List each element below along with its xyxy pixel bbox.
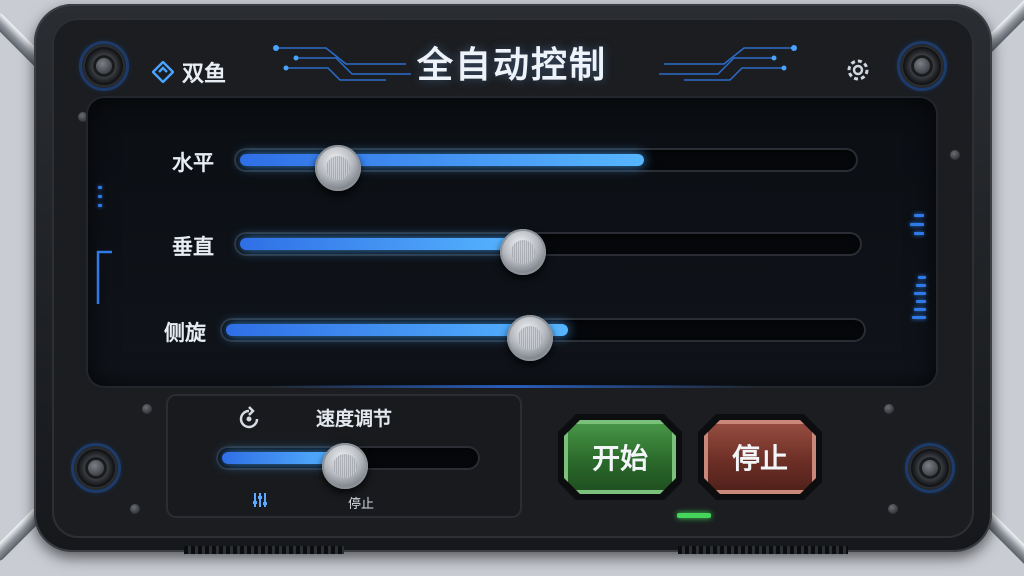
slider-track[interactable] xyxy=(216,443,480,489)
stop-button[interactable]: 停止 xyxy=(704,420,816,494)
slider-knob[interactable] xyxy=(314,145,361,191)
slider-label: 水平 xyxy=(172,151,214,175)
slider-speed xyxy=(0,438,1024,489)
speed-status: 停止 xyxy=(348,497,375,512)
start-button[interactable]: 开始 xyxy=(564,420,676,494)
slider-spin: 侧旋 xyxy=(0,310,1024,361)
slider-horizontal: 水平 xyxy=(0,140,1024,191)
vent-grille-right xyxy=(678,546,848,554)
status-led xyxy=(677,513,711,518)
side-indicator-left xyxy=(98,186,102,207)
vent-grille-left xyxy=(184,546,344,554)
slider-knob[interactable] xyxy=(500,229,547,275)
slider-fill xyxy=(240,154,644,166)
slider-label: 侧旋 xyxy=(164,321,206,345)
slider-track[interactable] xyxy=(234,229,862,275)
equalizer-icon xyxy=(252,492,268,508)
slider-track[interactable] xyxy=(220,315,866,361)
bolt-icon xyxy=(130,504,140,514)
speed-title: 速度调节 xyxy=(316,408,393,430)
slider-knob[interactable] xyxy=(507,315,554,361)
bolt-icon xyxy=(888,504,898,514)
slider-fill xyxy=(240,238,524,250)
panel-glow xyxy=(266,385,758,388)
bolt-icon xyxy=(142,404,152,414)
slider-knob[interactable] xyxy=(322,443,369,489)
bolt-icon xyxy=(884,404,894,414)
slider-track[interactable] xyxy=(234,145,858,191)
slider-vertical: 垂直 xyxy=(0,224,1024,275)
slider-label: 垂直 xyxy=(172,235,214,259)
rotate-speed-icon xyxy=(236,406,262,432)
gear-icon[interactable] xyxy=(844,56,872,84)
